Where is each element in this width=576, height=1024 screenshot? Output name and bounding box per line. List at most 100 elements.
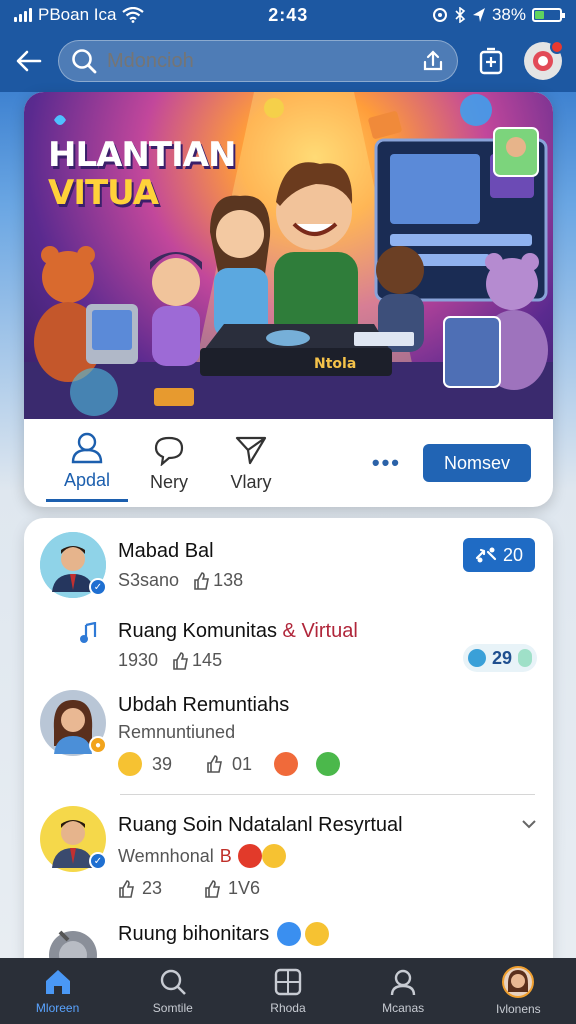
chevron-down-icon[interactable]	[521, 818, 537, 830]
action-send-label: Vlary	[230, 471, 272, 492]
list-item[interactable]: Ruang Komunitas & Virtual 1930 145 29	[24, 610, 553, 690]
featured-banner-image[interactable]: Ntola HLANTIAN VITUA	[24, 92, 553, 419]
signal-icon	[14, 8, 32, 22]
tab-home[interactable]: Mloreen	[8, 967, 108, 1015]
share-count-badge[interactable]: 20	[463, 538, 535, 572]
thumbs-up-icon	[194, 571, 210, 590]
avatar[interactable]: ✓	[40, 532, 107, 598]
tab-people-label: Mcanas	[382, 1001, 425, 1015]
profile-avatar-button[interactable]	[524, 40, 564, 80]
featured-card: Ntola HLANTIAN VITUA Apdal Nery Vlary ••…	[24, 92, 553, 507]
feed-item-name: Ruang Soin Ndatalanl Resyrtual	[118, 814, 403, 836]
add-button[interactable]	[472, 42, 510, 80]
like-count: 1V6	[228, 878, 261, 898]
alarm-icon	[432, 8, 447, 22]
status-time: 2:43	[268, 4, 309, 25]
arrow-left-icon	[16, 50, 42, 72]
tab-grid[interactable]: Rhoda	[238, 967, 338, 1015]
tab-profile[interactable]: Ivlonens	[468, 966, 568, 1016]
send-icon	[235, 436, 267, 464]
grid-icon	[274, 968, 302, 996]
thumbs-up-icon	[205, 879, 221, 898]
emoji-laugh-icon	[118, 752, 142, 776]
status-bar: PBoan Ica 2:43 38%	[0, 0, 576, 30]
carrier-label: PBoan Ica	[38, 5, 117, 24]
feed-item-subtitle-text: Wemnhonal	[118, 845, 214, 866]
divider	[120, 794, 535, 795]
battery-percent: 38%	[491, 5, 526, 24]
bluetooth-icon	[455, 7, 466, 23]
feed-item-meta: 1930 145	[118, 650, 222, 671]
reaction-count: 39	[152, 753, 173, 774]
community-feed: ✓ Mabad Bal S3sano 138 20 Ruang Komunita…	[24, 518, 553, 978]
thumbs-up-icon	[119, 879, 134, 898]
feed-item-meta: S3sano 138	[118, 570, 243, 591]
search-bar[interactable]	[58, 40, 458, 82]
home-icon	[45, 970, 70, 994]
reaction-count-badge[interactable]: 29	[463, 644, 537, 672]
console-label: Ntola	[314, 356, 356, 372]
wifi-icon	[122, 7, 145, 23]
tab-grid-label: Rhoda	[270, 1001, 306, 1015]
reaction-count: 29	[491, 647, 513, 668]
feed-item-name: Ruung bihonitars	[118, 922, 330, 946]
feed-item-name: Ubdah Remuntiahs	[118, 694, 290, 716]
avatar[interactable]: ●	[40, 690, 107, 756]
action-send[interactable]: Vlary	[210, 424, 292, 502]
emoji-laugh-icon	[305, 922, 330, 946]
person-icon	[71, 432, 103, 464]
emoji-angry-icon	[274, 752, 299, 776]
thumbs-up-icon	[207, 755, 223, 773]
thumbs-up-icon	[173, 651, 189, 670]
feed-item-name-text: Ruung bihonitars	[118, 922, 270, 945]
avatar[interactable]: ✓	[40, 806, 107, 872]
feed-item-name-accent: & Virtual	[282, 620, 358, 642]
feed-item-subtitle: Wemnhonal B	[118, 844, 286, 868]
bottom-tab-bar: Mloreen Somtile Rhoda Mcanas Ivlonens	[0, 958, 576, 1024]
list-item[interactable]: ✓ Ruang Soin Ndatalanl Resyrtual Wemnhon…	[24, 806, 553, 906]
back-button[interactable]	[14, 46, 44, 76]
profile-icon	[502, 966, 535, 998]
banner-title-line2: VITUA	[48, 173, 159, 213]
tab-search-label: Somtile	[152, 1001, 193, 1015]
tab-search[interactable]: Somtile	[123, 967, 223, 1015]
primary-action-button[interactable]: Nomsev	[423, 444, 531, 482]
like-count: 145	[192, 650, 223, 670]
verified-badge-icon: ✓	[89, 852, 107, 870]
share-icon[interactable]	[421, 49, 445, 73]
feed-item-name: Ruang Komunitas & Virtual	[118, 620, 358, 643]
like-count: 23	[142, 878, 163, 898]
location-icon	[472, 8, 485, 22]
emoji-laugh-icon	[261, 844, 286, 868]
tab-profile-label: Ivlonens	[495, 1002, 541, 1016]
emoji-check-icon	[316, 752, 341, 776]
tab-people[interactable]: Mcanas	[353, 967, 453, 1015]
badge-icon: ●	[89, 736, 107, 754]
tab-home-label: Mloreen	[35, 1001, 80, 1015]
share-icon	[475, 547, 497, 563]
feed-item-meta-left: 1930	[118, 650, 159, 670]
add-square-icon	[479, 47, 503, 75]
comment-icon	[154, 436, 184, 466]
action-person[interactable]: Apdal	[46, 424, 128, 502]
like-count: 01	[232, 753, 253, 774]
list-item[interactable]: ● Ubdah Remuntiahs Remnuntiuned 39 01	[24, 690, 553, 800]
battery-icon	[531, 8, 565, 22]
feed-item-subtitle: Remnuntiuned	[118, 722, 236, 742]
verified-badge-icon: ✓	[89, 578, 107, 596]
action-person-label: Apdal	[63, 470, 111, 490]
feed-item-name: Mabad Bal	[118, 540, 214, 562]
search-input[interactable]	[107, 49, 411, 73]
feed-item-reactions: 39 01	[118, 752, 341, 776]
emoji-cool-icon	[277, 922, 302, 946]
banner-title-line1: HLANTIAN	[48, 135, 236, 175]
featured-actions: Apdal Nery Vlary ••• Nomsev	[24, 419, 553, 507]
list-item[interactable]: ✓ Mabad Bal S3sano 138 20	[24, 518, 553, 610]
feed-item-meta: 23 1V6	[118, 878, 260, 899]
like-count: 138	[213, 570, 244, 590]
feed-item-meta-left: S3sano	[118, 570, 180, 590]
top-header	[0, 30, 576, 92]
action-comment[interactable]: Nery	[128, 424, 210, 502]
more-options-button[interactable]: •••	[372, 450, 401, 476]
music-note-icon	[467, 649, 486, 667]
